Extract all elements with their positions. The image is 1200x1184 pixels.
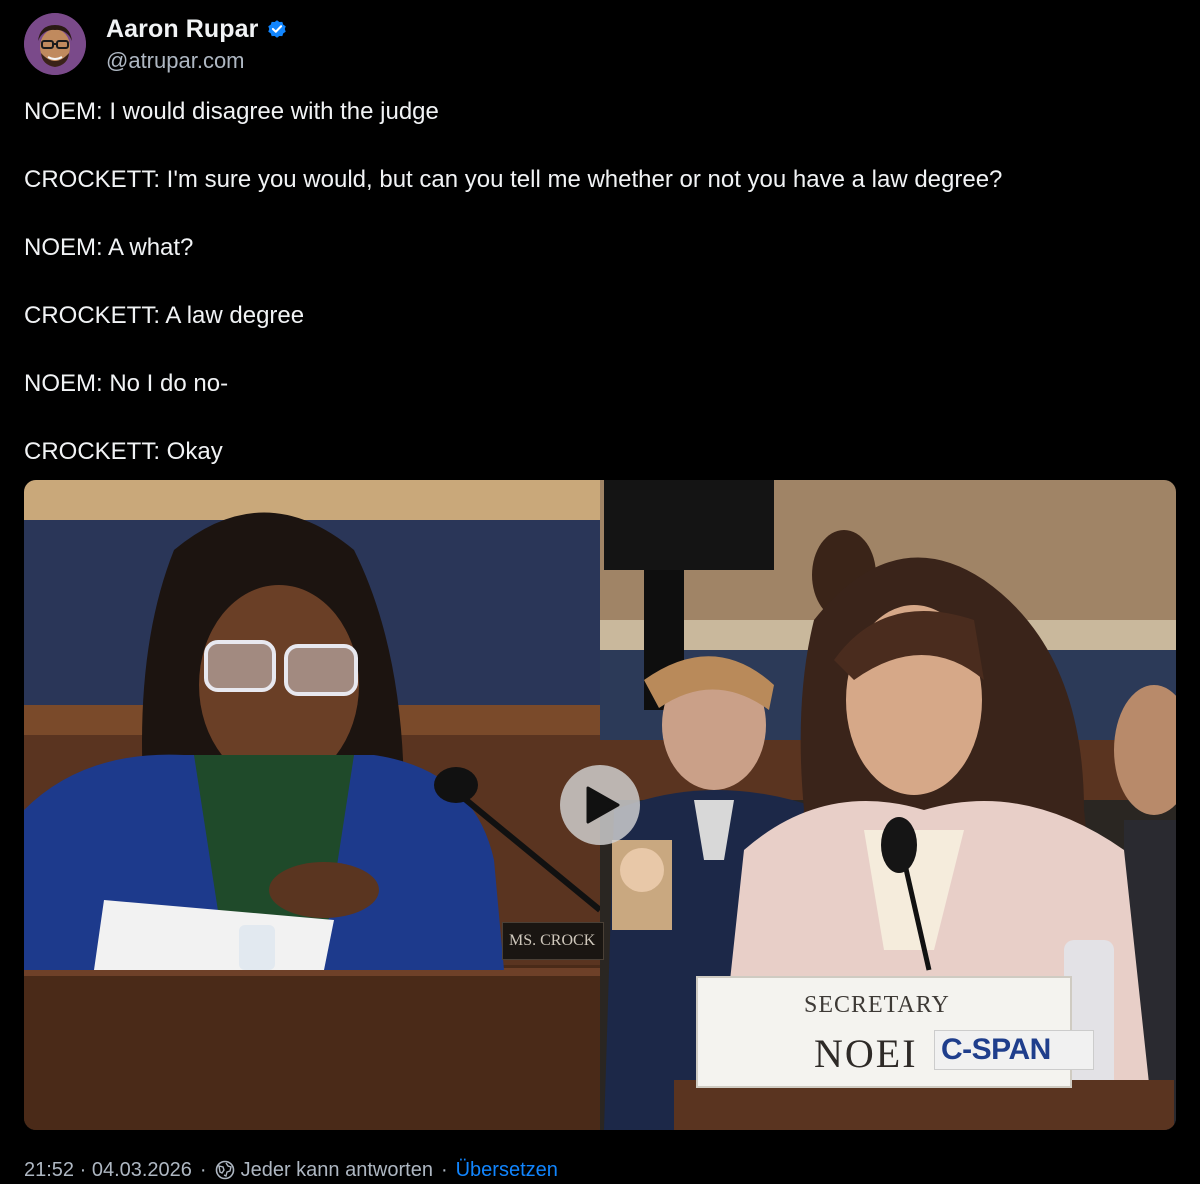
play-button[interactable] [560,765,640,845]
verified-badge-icon [266,18,288,40]
nameplate-left-text: MS. CROCK [509,932,596,949]
nameplate-title: SECRETARY [804,992,950,1018]
author-display-name[interactable]: Aaron Rupar [106,15,259,44]
post-line: CROCKETT: A law degree [24,302,305,329]
nameplate-name: NOEI [814,1031,918,1076]
post-line: CROCKETT: I'm sure you would, but can yo… [24,166,1003,193]
post-timestamp[interactable]: 21:52 · 04.03.2026 [24,1159,192,1182]
post-line: NOEM: I would disagree with the judge [24,98,439,125]
author-names: Aaron Rupar @atrupar.com [106,15,288,74]
post-line: NOEM: No I do no- [24,370,229,397]
post-text: NOEM: I would disagree with the judge CR… [24,96,1184,504]
cspan-text: C-SPAN [941,1033,1051,1066]
post-line: CROCKETT: Okay [24,438,223,465]
globe-icon [215,1160,234,1180]
name-row: Aaron Rupar [106,15,288,44]
cspan-watermark: C-SPAN [934,1030,1094,1070]
post-footer: 21:52 · 04.03.2026 · Jeder kann antworte… [24,1156,558,1184]
post-header: Aaron Rupar @atrupar.com [24,12,288,76]
footer-separator: · [440,1158,448,1181]
footer-separator: · [199,1158,207,1181]
avatar[interactable] [24,13,86,75]
author-handle[interactable]: @atrupar.com [106,48,288,74]
video-player[interactable]: MS. CROCK SECRETARY NOEI C-SPAN [24,480,1176,1130]
translate-link[interactable]: Übersetzen [456,1159,558,1182]
nameplate-left: MS. CROCK [502,922,604,960]
reply-setting-label: Jeder kann antworten [240,1158,433,1181]
reply-setting[interactable]: Jeder kann antworten [215,1159,433,1182]
avatar-icon [24,13,86,75]
post-line: NOEM: A what? [24,234,194,261]
play-icon [586,786,620,824]
